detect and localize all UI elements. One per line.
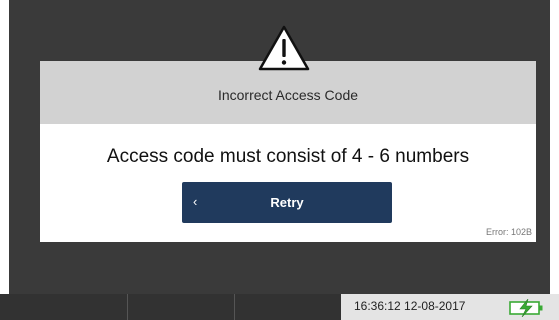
dialog-body: Access code must consist of 4 - 6 number… [40, 124, 536, 242]
taskbar-slot [234, 294, 341, 320]
dialog-title: Incorrect Access Code [217, 87, 359, 103]
retry-label: Retry [270, 195, 304, 210]
retry-button[interactable]: ‹ Retry [182, 182, 392, 223]
taskbar-slot [127, 294, 234, 320]
error-code: Error: 102B [485, 227, 532, 237]
battery-charging-icon [509, 299, 543, 317]
warning-icon [258, 25, 310, 71]
kiosk-screen: Incorrect Access Code Access code must c… [0, 0, 559, 320]
status-panel: 16:36:12 12-08-2017 [341, 294, 559, 320]
dialog-message: Access code must consist of 4 - 6 number… [106, 146, 470, 167]
status-datetime: 16:36:12 12-08-2017 [354, 299, 466, 313]
